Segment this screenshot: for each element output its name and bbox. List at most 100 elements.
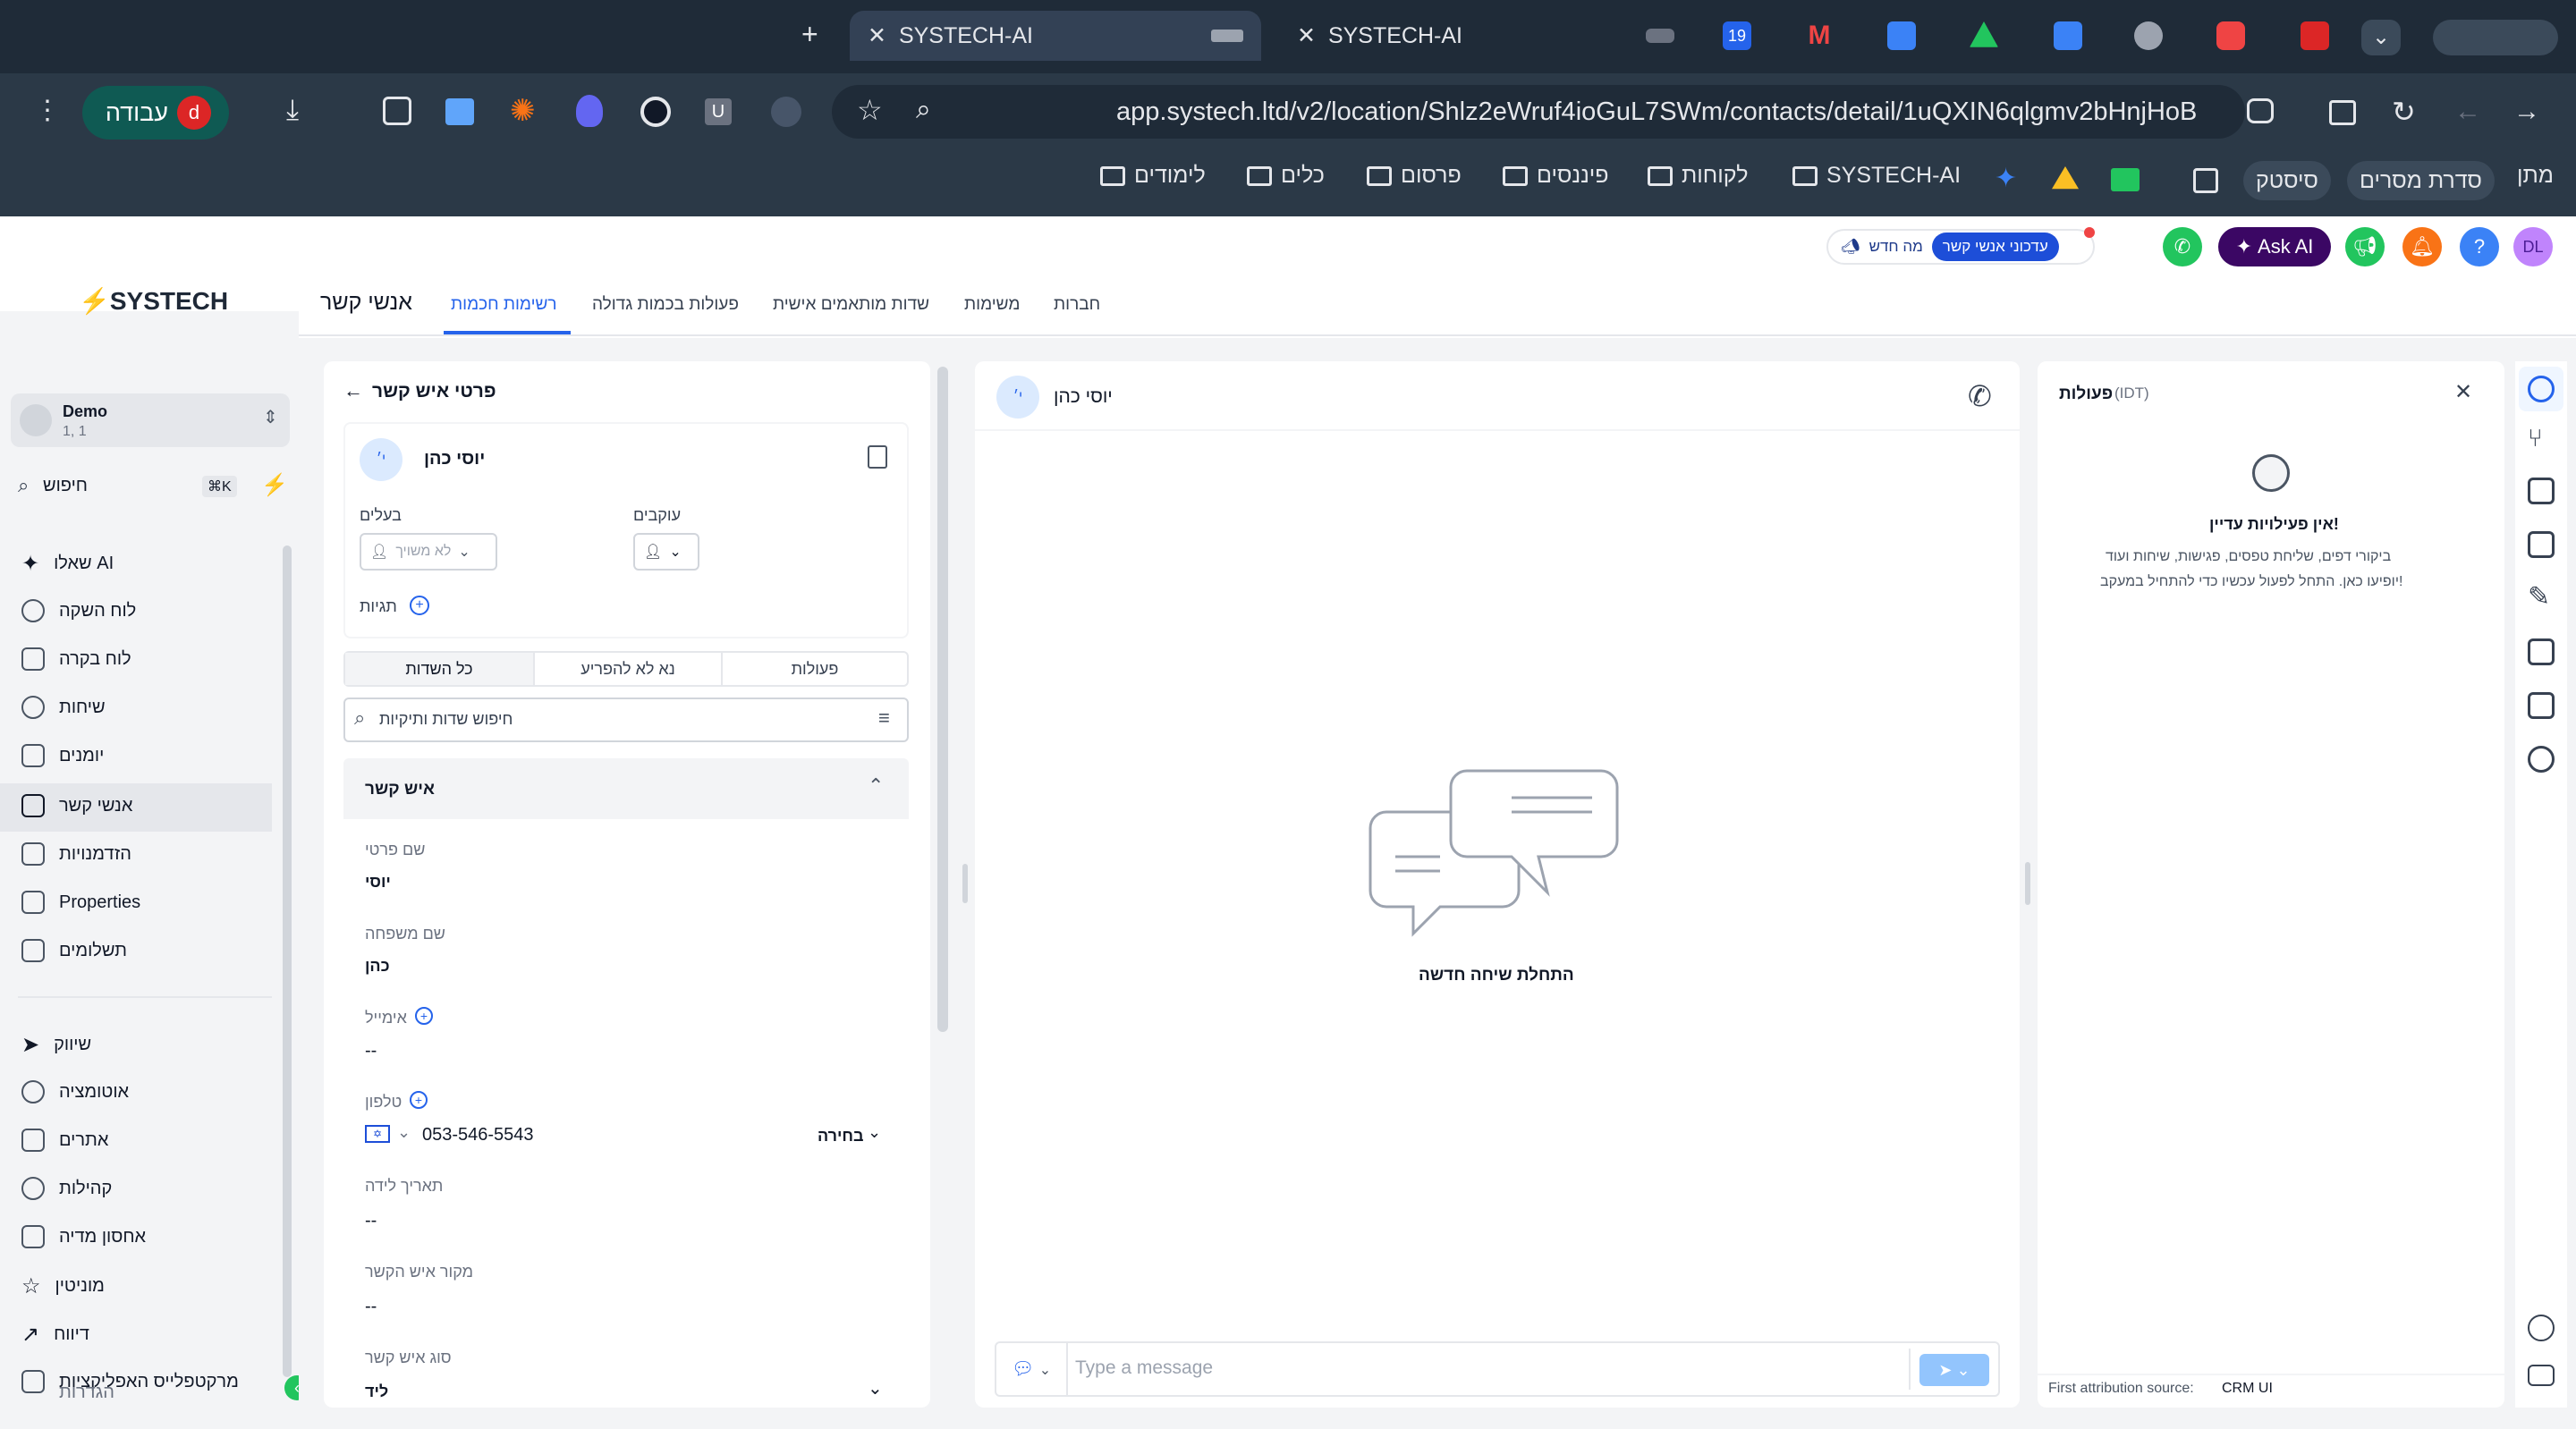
sidebar-item-payments[interactable]: תשלומים	[21, 939, 127, 962]
globe-tab-icon[interactable]	[2134, 21, 2163, 50]
sidebar-item-properties[interactable]: Properties	[21, 891, 140, 914]
sidebar-item-opportunities[interactable]: הזדמנויות	[21, 842, 131, 866]
sidebar-item-sites[interactable]: אתרים	[21, 1129, 108, 1152]
sidebar-scrollbar[interactable]	[283, 545, 292, 1377]
chevron-down-icon[interactable]: ⌄	[868, 1123, 881, 1142]
calendar-icon[interactable]	[2528, 638, 2555, 665]
sidebar-item-ask-ai[interactable]: ✦ שאלו AI	[21, 551, 114, 577]
bolt-icon[interactable]: ⚡	[261, 472, 288, 498]
details-scrollbar[interactable]	[937, 367, 948, 1032]
bookmark-folder[interactable]: פרסום	[1367, 163, 1462, 189]
phone-type-select[interactable]: בחירה	[818, 1127, 864, 1146]
bookmark-item[interactable]: סיסטק	[2243, 161, 2331, 200]
sidebar-item-communities[interactable]: קהילות	[21, 1177, 112, 1200]
phone-dialer-button[interactable]: ✆	[2163, 227, 2202, 266]
add-tag-icon[interactable]: +	[410, 596, 429, 615]
sidebar-item-launchpad[interactable]: לוח השקה	[21, 599, 136, 622]
seg-all-fields[interactable]: כל השדות	[345, 653, 533, 685]
extension-icon[interactable]	[576, 95, 603, 127]
docs-tab-icon[interactable]	[1887, 21, 1916, 50]
sidebar-item-conversations[interactable]: שיחות	[21, 696, 106, 719]
tab-tasks[interactable]: משימות	[964, 295, 1020, 315]
keyboard-icon[interactable]	[2528, 1365, 2555, 1386]
app-tab-icon[interactable]	[2216, 21, 2245, 50]
close-icon[interactable]: ✕	[2454, 379, 2472, 405]
back-arrow-icon[interactable]: ←	[2454, 97, 2481, 127]
bookmark-folder[interactable]: פיננסים	[1503, 163, 1609, 189]
reload-icon[interactable]: ↻	[2392, 95, 2416, 129]
extensions-puzzle-icon[interactable]	[383, 97, 411, 125]
message-input[interactable]: Type a message	[1075, 1357, 1213, 1379]
tasks-clipboard-icon[interactable]	[2528, 531, 2555, 558]
claude-extension-icon[interactable]: ✺	[510, 93, 536, 129]
new-tab-button[interactable]: +	[801, 18, 818, 51]
bookmark-star-icon[interactable]: ☆	[857, 93, 883, 127]
site-settings-icon[interactable]	[2247, 98, 2274, 123]
account-switcher[interactable]: Demo 1, 1 ⇕	[11, 393, 290, 447]
followers-select[interactable]: 👤︎ ⌄	[633, 533, 699, 571]
phone-value[interactable]: 053-546-5543	[422, 1125, 534, 1146]
document-icon[interactable]	[2528, 692, 2555, 719]
workflow-icon[interactable]: ⑂	[2528, 424, 2543, 452]
browser-tab-active[interactable]: ✕ SYSTECH-AI	[850, 11, 1261, 61]
first-name-value[interactable]: יוסי	[365, 873, 391, 892]
user-avatar[interactable]: DL	[2513, 227, 2553, 266]
menu-kebab-icon[interactable]: ⋮	[34, 95, 61, 126]
bookmark-folder[interactable]: SYSTECH-AI	[1792, 163, 1961, 189]
notes-pen-icon[interactable]: ✎	[2528, 581, 2550, 613]
extension-icon[interactable]	[445, 98, 474, 125]
tab-bulk-actions[interactable]: פעולות בכמות גדולה	[592, 295, 739, 315]
bookmark-folder[interactable]: לקוחות	[1648, 163, 1748, 189]
trash-icon[interactable]	[868, 445, 887, 469]
filter-icon[interactable]: ≡	[878, 706, 890, 730]
extension-icon[interactable]	[771, 97, 801, 127]
sidebar-item-automation[interactable]: אוטומציה	[21, 1080, 129, 1103]
bookmark-item[interactable]: סדרת מסרים	[2347, 161, 2495, 200]
announcements-button[interactable]: 📢︎	[2345, 227, 2385, 266]
profile-button[interactable]: עבודה d	[82, 86, 229, 140]
help-button[interactable]: ?	[2460, 227, 2499, 266]
sidebar-item-media[interactable]: אחסון מדיה	[21, 1225, 146, 1248]
chevron-down-icon[interactable]: ⌄	[397, 1123, 411, 1142]
phone-call-icon[interactable]: ✆	[1968, 379, 1992, 413]
resize-handle[interactable]	[2025, 862, 2030, 905]
bookmark-item[interactable]: מתן	[2517, 163, 2554, 189]
bookmark-folder[interactable]: לימודים	[1100, 163, 1206, 189]
apps-grid-icon[interactable]	[2193, 168, 2218, 193]
seg-dnd[interactable]: נא לא להפריע	[533, 653, 721, 685]
sidebar-item-calendars[interactable]: יומנים	[21, 744, 104, 767]
sheets-bookmark-icon[interactable]	[2111, 168, 2140, 191]
youtube-tab-icon[interactable]	[2301, 21, 2329, 50]
sidebar-item-reputation[interactable]: ☆ מוניטין	[21, 1273, 105, 1299]
sidebar-item-contacts[interactable]: אנשי קשר	[21, 794, 132, 817]
dollar-icon[interactable]	[2528, 746, 2555, 773]
activity-history-icon[interactable]	[2528, 376, 2555, 402]
chevron-down-icon[interactable]: ⌄	[868, 1377, 883, 1399]
channel-select[interactable]: 💬︎ ⌄	[996, 1343, 1068, 1395]
sidebar-item-marketing[interactable]: ➤ שיווק	[21, 1032, 91, 1058]
notifications-button[interactable]: 🔔︎	[2402, 227, 2442, 266]
gemini-bookmark-icon[interactable]: ✦	[1995, 163, 2017, 194]
extension-icon[interactable]	[640, 97, 671, 127]
last-name-value[interactable]: כהן	[365, 957, 390, 976]
tab-smart-lists[interactable]: רשימות חכמות	[451, 295, 557, 315]
type-value[interactable]: ליד	[365, 1382, 388, 1401]
add-phone-icon[interactable]: +	[410, 1091, 428, 1109]
download-icon[interactable]: ⤓	[286, 93, 299, 127]
address-bar[interactable]: app.systech.ltd/v2/location/Shlz2eWruf4i…	[832, 85, 2245, 139]
systech-tab-icon[interactable]	[1646, 29, 1674, 43]
tab-search-chevron-icon[interactable]: ⌄	[2361, 20, 2401, 55]
gmail-tab-icon[interactable]: M	[1805, 21, 1834, 50]
israel-flag-icon[interactable]: ✡	[365, 1125, 390, 1143]
split-view-icon[interactable]	[2329, 100, 2356, 125]
tab-companies[interactable]: חברות	[1054, 295, 1100, 315]
back-arrow-icon[interactable]: ←	[343, 379, 363, 402]
calendar-tab-icon[interactable]: 19	[1723, 21, 1751, 50]
birthday-value[interactable]: --	[365, 1211, 377, 1231]
add-email-icon[interactable]: +	[415, 1007, 433, 1025]
resize-handle[interactable]	[962, 864, 968, 903]
email-value[interactable]: --	[365, 1041, 377, 1061]
send-button[interactable]: ➤ ⌄	[1919, 1354, 1989, 1386]
info-icon[interactable]	[2528, 1315, 2555, 1341]
close-icon[interactable]: ✕	[868, 22, 886, 49]
